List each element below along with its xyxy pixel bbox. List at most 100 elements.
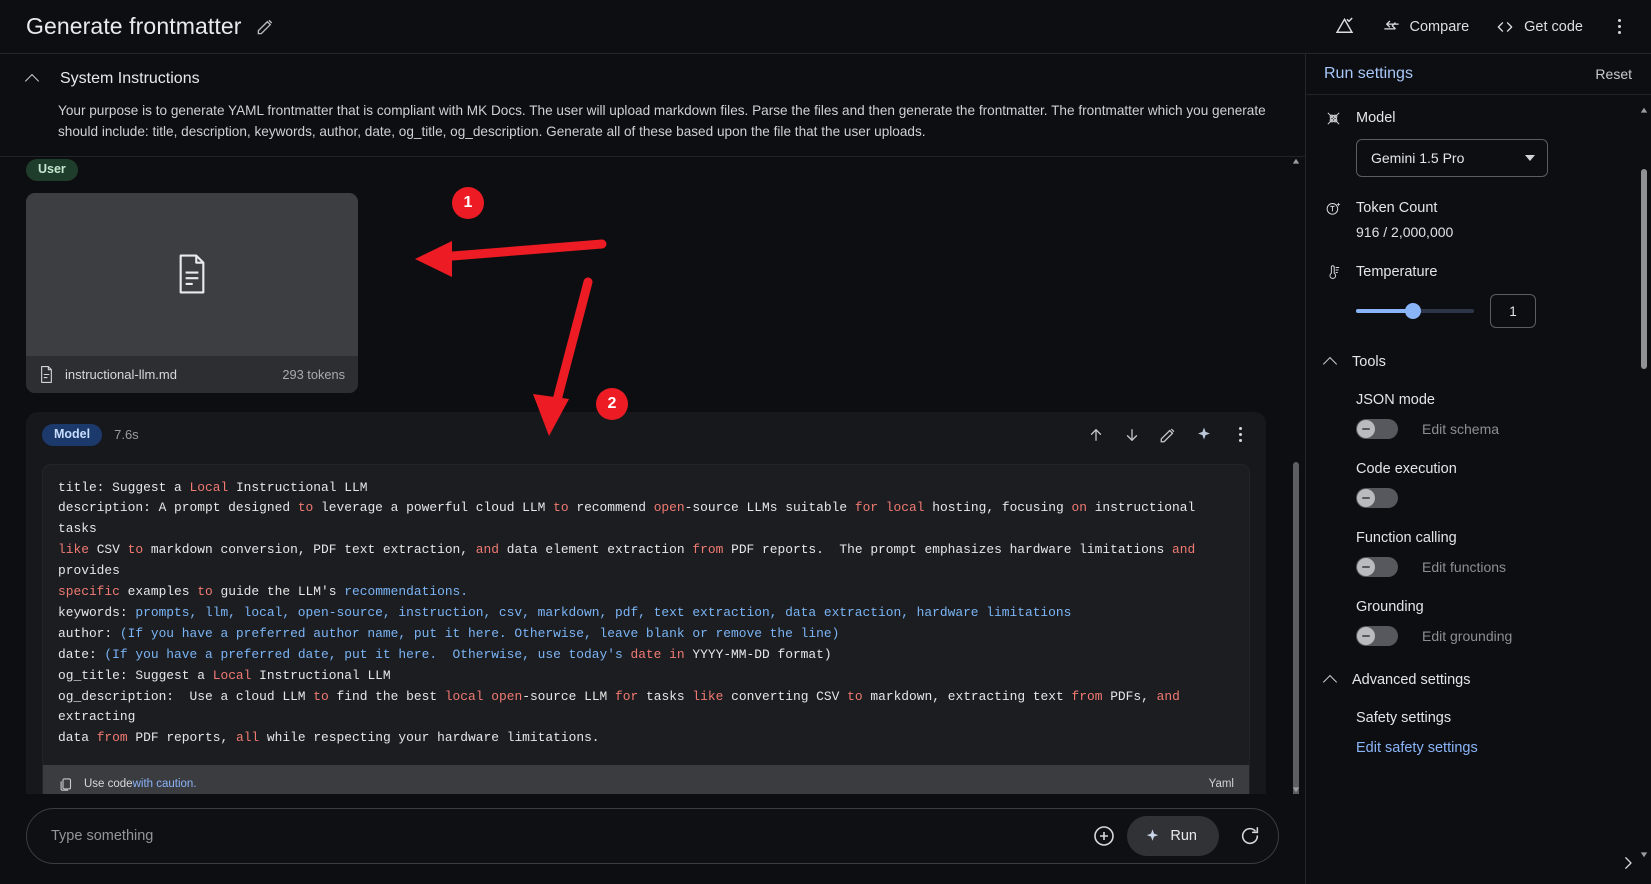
scroll-up-arrow-icon[interactable] [1292, 158, 1300, 166]
title-group: Generate frontmatter [26, 13, 275, 40]
chevron-right-icon[interactable] [1619, 854, 1637, 872]
chevron-up-icon [1324, 673, 1338, 687]
tools-heading: Tools [1352, 354, 1386, 370]
file-thumbnail [26, 192, 358, 356]
ai-studio-window: Generate frontmatter Compare Get code Sy… [0, 0, 1651, 884]
grounding-toggle[interactable] [1356, 626, 1398, 646]
get-code-button[interactable]: Get code [1495, 17, 1583, 37]
composer-area: Run [0, 794, 1305, 884]
document-icon [175, 254, 209, 294]
code-execution-toggle[interactable] [1356, 488, 1398, 508]
system-instructions-title: System Instructions [60, 70, 200, 87]
chat-scroll-region: User instructional-llm.md 293 tokens Mod… [0, 157, 1305, 794]
advanced-settings-header[interactable]: Advanced settings [1324, 672, 1629, 688]
move-down-icon[interactable] [1122, 425, 1142, 445]
sparkle-icon [1144, 828, 1161, 845]
chat-scrollbar[interactable] [1292, 158, 1300, 794]
move-up-icon[interactable] [1086, 425, 1106, 445]
code-language-label: Yaml [1208, 778, 1234, 791]
edit-icon[interactable] [1158, 425, 1178, 445]
model-label: Model [1356, 110, 1396, 126]
file-name: instructional-llm.md [65, 366, 177, 382]
model-section-header: Model [1324, 109, 1629, 127]
user-turn: User instructional-llm.md 293 tokens [26, 159, 1279, 393]
temperature-slider-knob[interactable] [1405, 303, 1421, 319]
model-action-icons [1086, 425, 1250, 445]
temperature-control: 1 [1356, 294, 1629, 328]
run-settings-panel: Run settings Reset Model Gemini 1.5 Pro [1306, 53, 1651, 884]
run-settings-scrollbar-thumb[interactable] [1641, 169, 1647, 369]
caution-text: Use code [84, 778, 133, 791]
uploaded-file-card[interactable]: instructional-llm.md 293 tokens [26, 192, 358, 393]
plus-circle-icon[interactable] [1087, 819, 1121, 853]
top-bar-actions: Compare Get code [1333, 15, 1629, 38]
sparkle-icon[interactable] [1194, 425, 1214, 445]
code-block-footer: Use code with caution. Yaml [43, 765, 1249, 794]
model-turn: Model 7.6s title: Suggest a Local Instru… [26, 411, 1266, 794]
model-select[interactable]: Gemini 1.5 Pro [1356, 139, 1548, 177]
thermometer-icon [1324, 263, 1342, 281]
code-block: title: Suggest a Local Instructional LLM… [42, 463, 1250, 794]
advanced-settings-heading: Advanced settings [1352, 672, 1471, 688]
pencil-icon[interactable] [256, 17, 275, 36]
kebab-menu-icon[interactable] [1230, 425, 1250, 445]
token-count-label: Token Count [1356, 200, 1438, 216]
code-content[interactable]: title: Suggest a Local Instructional LLM… [43, 465, 1249, 766]
chat-scrollbar-thumb[interactable] [1293, 462, 1299, 794]
json-mode-toggle[interactable] [1356, 419, 1398, 439]
scroll-down-arrow-icon[interactable] [1292, 785, 1300, 793]
copy-icon[interactable] [58, 777, 73, 792]
refresh-icon[interactable] [1231, 817, 1269, 855]
code-brackets-icon [1495, 17, 1515, 37]
caution-link[interactable]: with caution. [133, 778, 197, 790]
temperature-section-header: Temperature [1324, 263, 1629, 281]
compare-label: Compare [1409, 18, 1470, 35]
temperature-label: Temperature [1356, 264, 1438, 280]
run-settings-header: Run settings Reset [1306, 54, 1651, 95]
tool-label: Function calling [1356, 530, 1457, 546]
tune-prompt-icon[interactable] [1333, 15, 1356, 38]
compare-button[interactable]: Compare [1382, 17, 1470, 36]
model-duration: 7.6s [114, 427, 139, 443]
edit-schema-link[interactable]: Edit schema [1422, 421, 1499, 437]
main-body: System Instructions Your purpose is to g… [0, 53, 1651, 884]
tool-item-json-mode: JSON mode Edit schema [1324, 392, 1629, 439]
run-button[interactable]: Run [1127, 816, 1219, 856]
edit-functions-link[interactable]: Edit functions [1422, 559, 1506, 575]
temperature-value-input[interactable]: 1 [1490, 294, 1536, 328]
system-instructions-header[interactable]: System Instructions [26, 70, 1283, 88]
run-settings-body: Model Gemini 1.5 Pro Token Count 916 / 2… [1306, 95, 1651, 884]
tool-item-function-calling: Function calling Edit functions [1324, 530, 1629, 577]
tool-controls: Edit schema [1356, 419, 1629, 439]
run-settings-scrollbar[interactable] [1640, 107, 1648, 858]
chevron-down-icon [1525, 155, 1535, 161]
prompt-input[interactable] [51, 828, 1088, 844]
reset-button[interactable]: Reset [1595, 66, 1632, 82]
chevron-up-icon [1324, 355, 1338, 369]
chevron-up-icon [26, 72, 40, 86]
tool-controls: Edit functions [1356, 557, 1629, 577]
run-label: Run [1170, 828, 1197, 844]
safety-settings-label: Safety settings [1356, 710, 1452, 726]
system-instructions-text[interactable]: Your purpose is to generate YAML frontma… [58, 100, 1283, 142]
tool-item-code-execution: Code execution [1324, 461, 1629, 508]
get-code-label: Get code [1524, 18, 1583, 35]
composer[interactable]: Run [26, 808, 1279, 864]
scroll-down-arrow-icon[interactable] [1640, 850, 1648, 858]
function-calling-toggle[interactable] [1356, 557, 1398, 577]
kebab-menu-icon[interactable] [1609, 17, 1629, 37]
model-selected-value: Gemini 1.5 Pro [1371, 150, 1465, 166]
temperature-slider[interactable] [1356, 303, 1474, 319]
scroll-up-arrow-icon[interactable] [1640, 107, 1648, 115]
tool-controls [1356, 488, 1629, 508]
tool-item-grounding: Grounding Edit grounding [1324, 599, 1629, 646]
file-token-count: 293 tokens [282, 366, 345, 382]
user-role-badge: User [26, 159, 78, 181]
tools-section-header[interactable]: Tools [1324, 354, 1629, 370]
file-meta: instructional-llm.md 293 tokens [26, 355, 358, 393]
tool-label: JSON mode [1356, 392, 1435, 408]
top-bar: Generate frontmatter Compare Get code [0, 0, 1651, 53]
edit-grounding-link[interactable]: Edit grounding [1422, 628, 1512, 644]
edit-safety-settings-link[interactable]: Edit safety settings [1356, 740, 1629, 756]
page-title: Generate frontmatter [26, 13, 242, 39]
